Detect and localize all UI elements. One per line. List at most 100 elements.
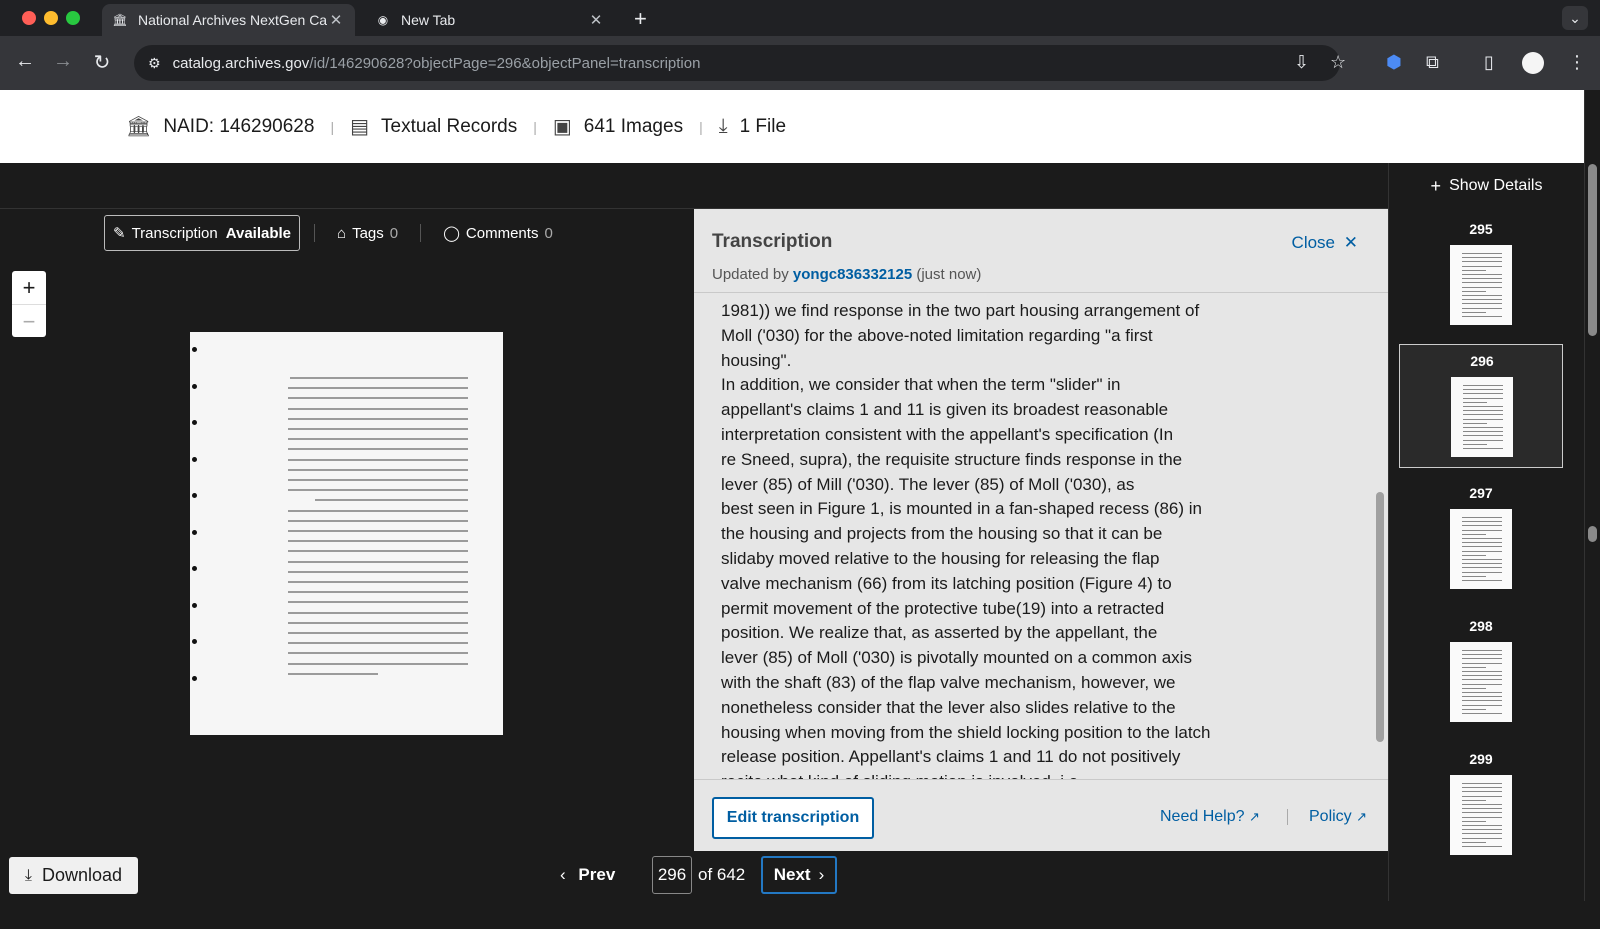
updated-user-link[interactable]: yongc836332125 <box>793 266 912 283</box>
thumbnail-text-line <box>1462 550 1502 552</box>
thumbnail-text-line <box>1463 439 1503 441</box>
thumbnail-number: 297 <box>1469 485 1493 501</box>
transcription-line: nonetheless consider that the lever also… <box>721 697 1176 717</box>
address-bar[interactable]: ⚙ catalog.archives.gov/id/146290628?obje… <box>134 45 1340 81</box>
scanned-text-line <box>288 642 468 645</box>
transcription-line: housing". <box>721 350 792 370</box>
tab-new-tab[interactable]: ◉ New Tab ✕ <box>365 4 615 36</box>
show-details-button[interactable]: + Show Details <box>1388 163 1584 209</box>
bookmark-star-icon[interactable]: ☆ <box>1330 52 1346 73</box>
tab-national-archives[interactable]: 🏛 National Archives NextGen Ca ✕ <box>102 4 355 36</box>
thumbnail-text-line <box>1462 795 1502 797</box>
transcription-body[interactable]: 1981)) we find response in the two part … <box>694 293 1374 779</box>
policy-link[interactable]: Policy ↗ <box>1309 808 1367 826</box>
chevron-right-icon: › <box>818 865 825 884</box>
plus-icon: + <box>1430 175 1442 196</box>
scanned-text-line <box>288 387 468 390</box>
thumbnail-image <box>1450 775 1512 855</box>
transcription-scrollbar[interactable] <box>1376 492 1384 742</box>
next-page-button[interactable]: Next › <box>761 856 837 894</box>
scanned-text-line <box>288 601 468 604</box>
thumbnail-text-line <box>1462 265 1502 267</box>
transcription-line: re Sneed, supra), the requisite structur… <box>721 449 1183 469</box>
browser-menu-icon[interactable]: ⋮ <box>1568 52 1586 73</box>
page-scrollbar[interactable] <box>1584 90 1600 901</box>
transcription-line: interpretation consistent with the appel… <box>721 424 1174 444</box>
install-app-icon[interactable]: ⇩ <box>1294 52 1309 73</box>
page-scrollbar-thumb[interactable] <box>1588 164 1597 336</box>
scanned-text-line <box>315 499 468 502</box>
thumbnail-text-line <box>1462 666 1486 668</box>
maximize-window-button[interactable] <box>66 11 80 25</box>
thumbnail-page-295[interactable]: 295 <box>1399 213 1563 337</box>
extensions-puzzle-icon[interactable]: ⧉ <box>1426 52 1439 73</box>
transcription-line: the housing and projects from the housin… <box>721 524 1163 544</box>
page-number-input[interactable]: 296 <box>652 856 692 894</box>
thumbnail-text-line <box>1462 658 1502 660</box>
transcription-line: 1981)) we find response in the two part … <box>721 301 1200 320</box>
close-tab-icon[interactable]: ✕ <box>327 11 345 29</box>
edit-transcription-button[interactable]: Edit transcription <box>712 797 874 839</box>
files-label: 1 File <box>739 115 787 137</box>
scanned-text-line <box>288 652 468 655</box>
zoom-in-button[interactable]: + <box>12 271 46 304</box>
forward-button[interactable]: → <box>50 50 76 73</box>
thumbnail-text-line <box>1462 692 1502 693</box>
close-label: Close <box>1291 233 1336 252</box>
reload-button[interactable]: ↻ <box>89 50 115 75</box>
document-page-image <box>190 332 503 735</box>
thumbnail-scrollbar-thumb[interactable] <box>1588 526 1597 542</box>
close-transcription-button[interactable]: Close ✕ <box>1292 233 1358 253</box>
tab-tags[interactable]: ⌂ Tags 0 <box>329 215 406 251</box>
minimize-window-button[interactable] <box>44 11 58 25</box>
prev-page-button[interactable]: ‹ Prev <box>560 865 615 885</box>
viewer-tools: ✎ Transcription Available ⌂ Tags 0 ◯ Com… <box>104 215 561 251</box>
close-window-button[interactable] <box>22 11 36 25</box>
close-tab-icon[interactable]: ✕ <box>587 11 605 29</box>
thumbnail-text-line <box>1462 808 1502 810</box>
transcription-text: 1981)) we find response in the two part … <box>721 299 1261 779</box>
thumbnail-text-line <box>1462 812 1502 814</box>
image-icon: ▣ <box>552 116 572 138</box>
back-button[interactable]: ← <box>12 50 38 73</box>
binder-hole <box>192 602 197 608</box>
thumbnail-text-line <box>1463 389 1503 391</box>
thumbnail-text-line <box>1462 662 1502 664</box>
site-info-icon[interactable]: ⚙ <box>148 55 161 72</box>
thumbnail-text-line <box>1463 427 1503 428</box>
extension-shield-icon[interactable]: ⬢ <box>1386 52 1402 73</box>
side-panel-icon[interactable]: ▯ <box>1484 52 1494 73</box>
page-content: 🏛 NAID: 146290628 | ▤ Textual Records | … <box>0 90 1600 929</box>
tab-search-button[interactable]: ⌄ <box>1562 6 1588 30</box>
record-type-label: Textual Records <box>381 115 518 137</box>
zoom-out-button[interactable]: − <box>12 304 46 337</box>
page-total: of 642 <box>698 865 746 884</box>
divider: | <box>533 118 537 135</box>
scanned-text-line <box>288 662 468 665</box>
download-icon: ⤓ <box>24 866 32 884</box>
comment-icon: ◯ <box>443 225 460 242</box>
thumbnail-text-line <box>1462 804 1502 805</box>
download-button[interactable]: ⤓ Download <box>9 857 138 894</box>
image-viewer[interactable]: ✎ Transcription Available ⌂ Tags 0 ◯ Com… <box>0 209 694 929</box>
profile-avatar[interactable] <box>1522 52 1544 74</box>
tab-comments[interactable]: ◯ Comments 0 <box>435 215 561 251</box>
thumbnail-text-line <box>1463 406 1503 407</box>
new-tab-button[interactable]: + <box>634 6 647 32</box>
thumbnail-text-line <box>1462 833 1502 835</box>
thumbnail-text-line <box>1463 435 1503 437</box>
updated-by: Updated by yongc836332125 (just now) <box>712 266 981 283</box>
thumbnail-page-298[interactable]: 298 <box>1399 610 1563 734</box>
binder-hole <box>192 529 197 535</box>
chrome-icon: ◉ <box>377 13 389 27</box>
prev-label: Prev <box>578 865 616 884</box>
thumbnail-page-299[interactable]: 299 <box>1399 743 1563 867</box>
thumbnail-page-296[interactable]: 296 <box>1399 344 1563 468</box>
file-download-icon: ⤓ <box>718 115 728 137</box>
scanned-text-line <box>288 560 468 563</box>
tab-transcription[interactable]: ✎ Transcription Available <box>104 215 301 251</box>
thumbnail-page-297[interactable]: 297 <box>1399 477 1563 601</box>
chevron-left-icon: ‹ <box>560 865 566 884</box>
need-help-link[interactable]: Need Help? ↗ <box>1160 808 1260 826</box>
divider: | <box>699 118 703 135</box>
